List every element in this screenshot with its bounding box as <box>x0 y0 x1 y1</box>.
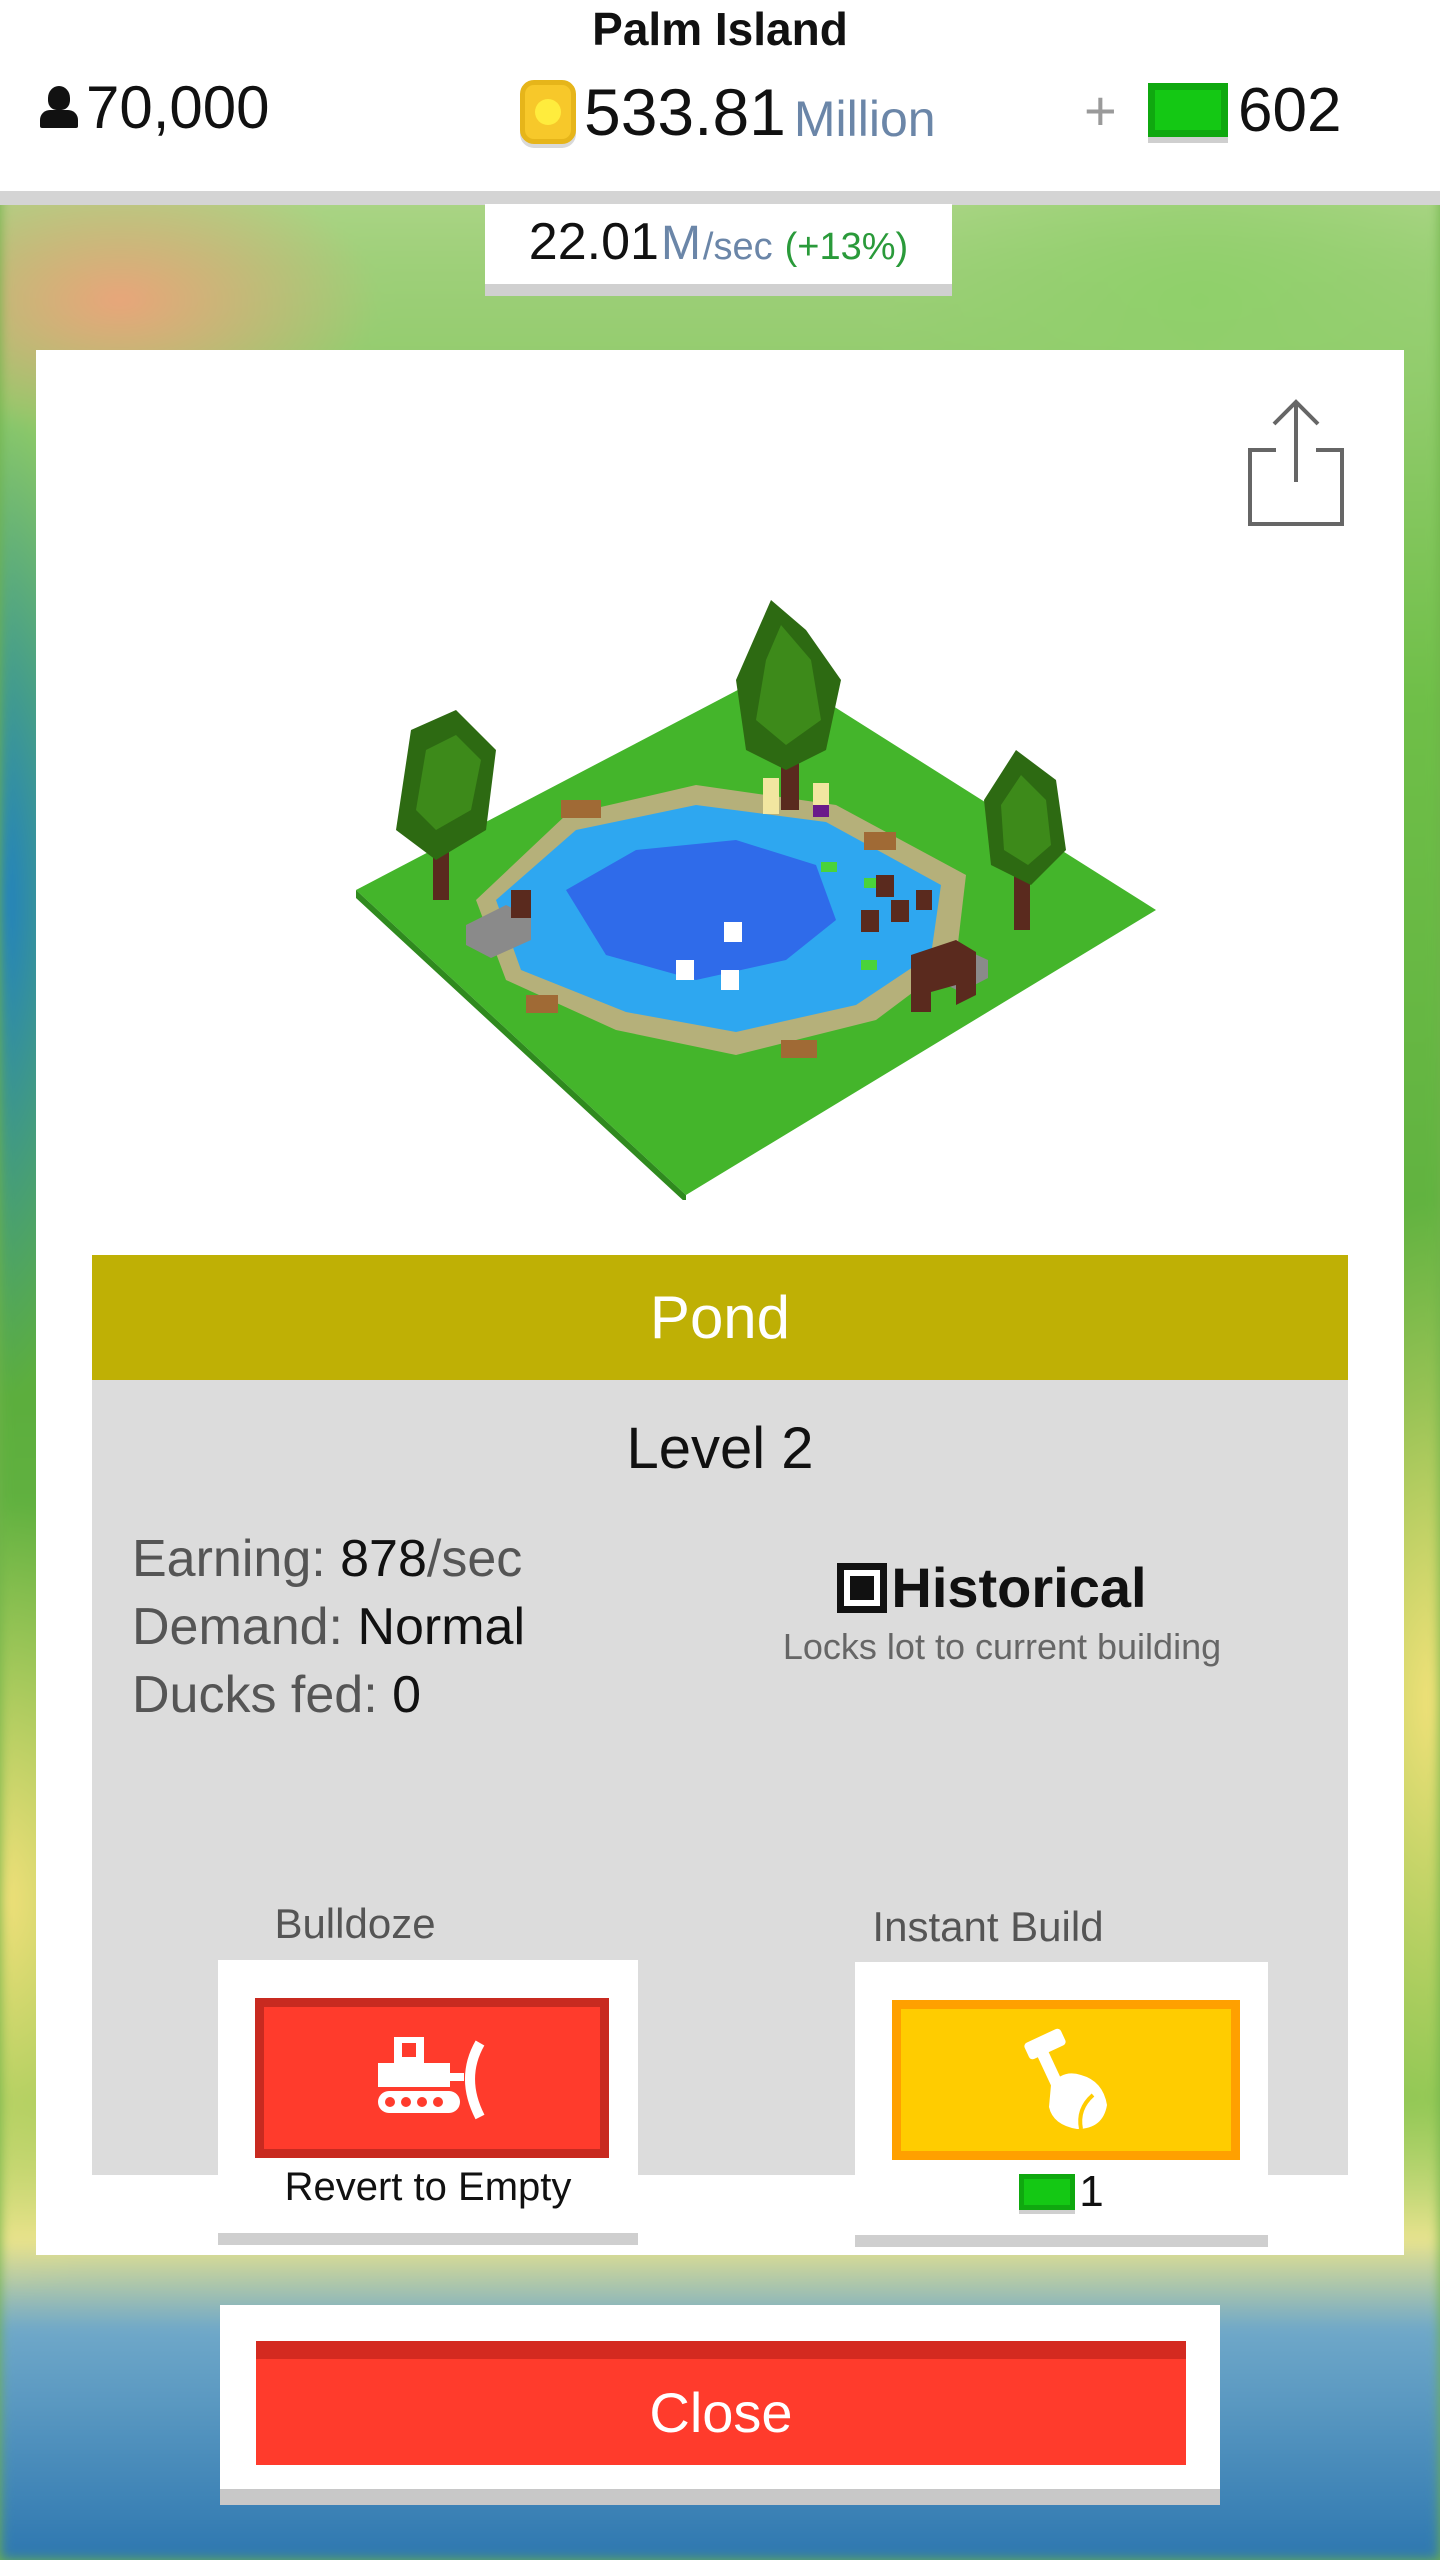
population-counter: 70,000 <box>36 72 270 142</box>
historical-description: Locks lot to current building <box>782 1626 1222 1667</box>
coin-icon <box>520 80 576 144</box>
bulldoze-caption: Revert to Empty <box>284 2165 572 2209</box>
demand-value: Normal <box>357 1598 526 1656</box>
building-detail-panel: Pond Level 2 Earning: 878/sec Demand: No… <box>36 350 1404 2255</box>
gems-counter[interactable]: 602 <box>1148 72 1341 148</box>
bulldoze-button[interactable] <box>255 1998 609 2158</box>
pond-building-illustration <box>356 600 1156 1200</box>
rate-value: 22.01 <box>528 213 659 271</box>
money-counter: 533.81 Million <box>520 72 936 152</box>
share-icon <box>1248 399 1344 526</box>
ducks-fed-label: Ducks fed: <box>132 1666 378 1724</box>
hammer-hand-icon <box>1024 2028 1107 2130</box>
person-icon <box>36 82 80 132</box>
instant-build-button[interactable] <box>892 2000 1240 2160</box>
earning-row: Earning: 878/sec <box>132 1525 525 1593</box>
ducks-fed-value: 0 <box>392 1666 422 1724</box>
gems-value: 602 <box>1238 75 1342 145</box>
money-value: 533.81 <box>584 75 786 149</box>
building-info-section: Pond Level 2 Earning: 878/sec Demand: No… <box>92 1255 1348 2247</box>
building-level: Level 2 <box>626 1416 814 1481</box>
instant-build-cost: 1 <box>855 2167 1268 2217</box>
instant-build-label: Instant Build <box>872 1903 1104 1950</box>
demand-row: Demand: Normal <box>132 1593 525 1661</box>
top-hud: Palm Island 70,000 533.81 Million + 602 <box>0 0 1440 205</box>
money-unit: Million <box>793 91 936 147</box>
rate-bonus: (+13%) <box>784 226 909 268</box>
earning-unit: /sec <box>426 1530 523 1588</box>
buy-gems-plus-button[interactable]: + <box>1084 78 1117 143</box>
earning-label: Earning: <box>132 1530 326 1588</box>
historical-label: Historical <box>891 1556 1147 1619</box>
share-button[interactable] <box>1246 398 1346 528</box>
ducks-fed-row: Ducks fed: 0 <box>132 1661 525 1729</box>
gem-icon <box>1019 2174 1076 2210</box>
earning-value: 878 <box>340 1530 427 1588</box>
close-button[interactable]: Close <box>256 2341 1186 2465</box>
income-rate-tab: 22.01 M /sec (+13%) <box>485 204 952 296</box>
bulldoze-label: Bulldoze <box>274 1900 436 1947</box>
population-value: 70,000 <box>86 73 270 141</box>
close-button-frame: Close <box>220 2305 1220 2505</box>
historical-toggle[interactable]: Historical Locks lot to current building <box>782 1555 1262 1668</box>
instant-build-cost-value: 1 <box>1079 2167 1104 2216</box>
demand-label: Demand: <box>132 1598 343 1656</box>
gem-icon <box>1148 83 1228 137</box>
rate-unit: M <box>660 217 701 270</box>
island-name: Palm Island <box>592 3 848 55</box>
rate-per: /sec <box>702 226 773 268</box>
historical-checkbox[interactable] <box>837 1562 888 1613</box>
instant-build-card: 1 <box>855 1962 1268 2247</box>
building-stats: Earning: 878/sec Demand: Normal Ducks fe… <box>132 1525 525 1729</box>
bulldozer-icon <box>378 2037 485 2120</box>
bulldoze-card: Revert to Empty <box>218 1960 638 2245</box>
building-name: Pond <box>92 1255 1348 1380</box>
